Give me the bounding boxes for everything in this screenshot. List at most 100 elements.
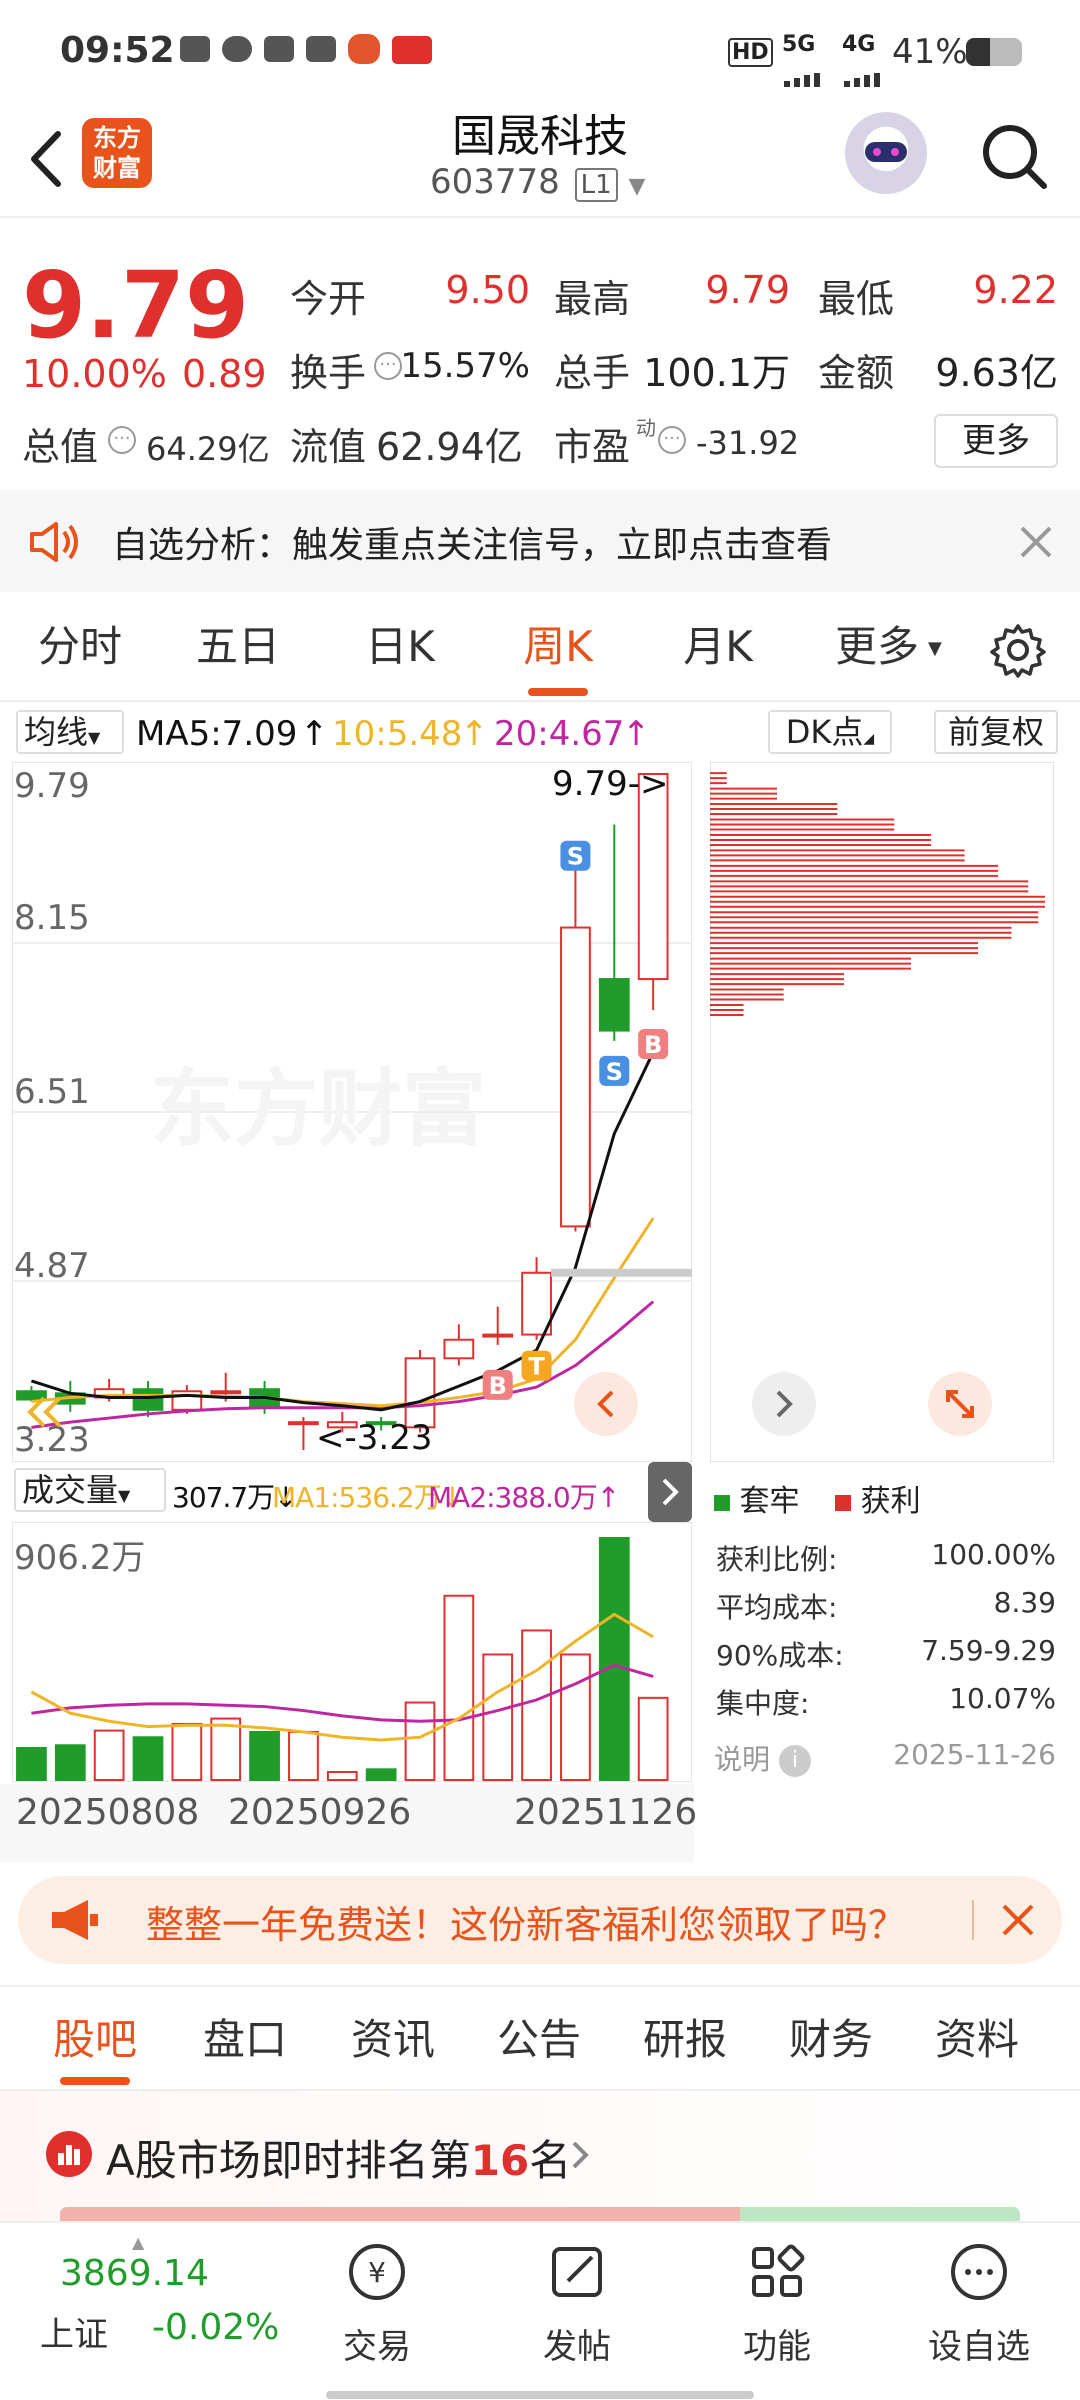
rank-progress-red <box>60 2207 740 2221</box>
tab-announcements[interactable]: 公告 <box>484 1987 594 2093</box>
info-dots-icon[interactable]: ··· <box>374 352 402 380</box>
chart-frame <box>710 762 1054 1462</box>
caret-down-icon: ▼ <box>118 1486 131 1505</box>
vol-ma1-line <box>30 1612 654 1742</box>
amount-value: 9.63亿 <box>935 351 1058 395</box>
dk-point-button[interactable]: DK点◢ <box>768 710 892 754</box>
explain-link[interactable]: 说明 i <box>714 1738 811 1778</box>
date-label: 20250926 <box>228 1792 412 1833</box>
tab-profile[interactable]: 资料 <box>922 1987 1032 2093</box>
settings-gear-icon[interactable] <box>990 622 1046 678</box>
price-axis-label: 6.51 <box>14 1072 90 1112</box>
volume-bar <box>249 1730 280 1781</box>
trade-button[interactable]: ¥ 交易 <box>302 2237 452 2368</box>
notice-bar[interactable]: 自选分析：触发重点关注信号，立即点击查看 <box>0 490 1080 592</box>
volume-bar <box>93 1729 125 1782</box>
change-amount: 0.89 <box>182 352 267 396</box>
price-axis-label: 8.15 <box>14 898 90 938</box>
index-name: 上证 <box>40 2315 108 2355</box>
arrow-up-icon: ↑ <box>622 714 651 754</box>
more-button[interactable]: 更多 <box>934 414 1058 468</box>
add-watchlist-button[interactable]: 设自选 <box>904 2237 1054 2368</box>
ai-robot-avatar-icon[interactable] <box>845 112 927 194</box>
ma20-line <box>31 1300 655 1429</box>
tab-daily-k[interactable]: 日K <box>340 592 460 702</box>
promo-banner[interactable]: 整整一年免费送！这份新客福利您领取了吗？ <box>18 1876 1062 1964</box>
volume-bar <box>521 1629 552 1781</box>
battery-percent: 41% <box>892 32 968 72</box>
cost-info-value: 10.07% <box>949 1682 1056 1715</box>
volume-bar <box>54 1744 86 1781</box>
market-rank-banner[interactable]: A股市场即时排名第16名 <box>0 2091 1080 2221</box>
speaker-icon <box>26 518 82 566</box>
close-icon[interactable] <box>1016 522 1056 562</box>
cost-distribution-chart[interactable] <box>710 762 1054 1462</box>
pe-label: 市盈 <box>554 425 631 469</box>
volume-bar <box>16 1746 47 1782</box>
candle-body <box>288 1421 319 1426</box>
volume-bar <box>404 1701 436 1781</box>
volume-selector-label: 成交量 <box>22 1471 119 1509</box>
back-arrow-icon[interactable] <box>22 124 72 194</box>
candle-body <box>132 1388 164 1411</box>
chevron-right-icon[interactable] <box>648 1462 692 1522</box>
adjust-button[interactable]: 前复权 <box>934 710 1058 754</box>
pe-value: -31.92 <box>696 424 800 462</box>
cost-info-label: 集中度: <box>716 1687 810 1720</box>
date-label: 20250808 <box>16 1792 200 1833</box>
volume-bar <box>365 1768 397 1781</box>
index-value: 3869.14 <box>60 2253 209 2294</box>
ma5-value: MA5:7.09 <box>136 714 298 754</box>
volume-bar <box>171 1722 203 1781</box>
candle-body <box>443 1338 475 1360</box>
info-dots-icon[interactable]: ··· <box>658 426 686 454</box>
profit-label: 获利 <box>860 1484 921 1519</box>
tab-order-book[interactable]: 盘口 <box>190 1987 300 2093</box>
volume-bar <box>598 1537 630 1781</box>
rank-text: A股市场即时排名第16名 <box>106 2136 572 2185</box>
tab-research[interactable]: 研报 <box>630 1987 740 2093</box>
stock-code-row[interactable]: 603778 L1 ▼ <box>430 162 645 202</box>
active-tab-indicator <box>60 2077 130 2085</box>
double-chevron-left-icon[interactable] <box>20 1392 70 1432</box>
tab-weekly-k[interactable]: 周K <box>498 592 618 702</box>
volume-bar <box>482 1653 514 1781</box>
tab-five-day[interactable]: 五日 <box>178 592 298 702</box>
function-button[interactable]: 功能 <box>702 2237 852 2368</box>
turnover-value: 15.57% <box>400 346 530 386</box>
info-dots-icon[interactable]: ··· <box>108 426 136 454</box>
cost-date: 2025-11-26 <box>893 1738 1056 1771</box>
amount-label: 金额 <box>818 351 895 395</box>
tab-financials[interactable]: 财务 <box>776 1987 886 2093</box>
search-icon[interactable] <box>978 120 1050 192</box>
signal-label: S <box>567 843 584 871</box>
hd-icon: HD <box>728 38 773 67</box>
close-icon[interactable] <box>998 1900 1038 1940</box>
open-value: 9.50 <box>445 268 530 312</box>
post-button[interactable]: 发帖 <box>502 2237 652 2368</box>
cost-legend: 套牢 获利 <box>714 1476 921 1520</box>
dk-point-label: DK点 <box>785 713 864 751</box>
chevron-left-icon[interactable] <box>574 1372 638 1436</box>
watermark: 东方财富 <box>150 1060 487 1158</box>
ma-selector[interactable]: 均线▼ <box>16 710 124 754</box>
float-value: 62.94亿 <box>376 425 523 469</box>
chart-period-tabs: 分时 五日 日K 周K 月K 更多 ▼ <box>0 592 1080 702</box>
eastmoney-logo[interactable]: 东方 财富 <box>82 118 152 188</box>
tab-monthly-k[interactable]: 月K <box>658 592 778 702</box>
high-annotation: 9.79-> <box>552 764 669 804</box>
signal-label: S <box>606 1058 623 1086</box>
candle-body <box>482 1333 514 1338</box>
tab-news[interactable]: 资讯 <box>338 1987 448 2093</box>
change-percent: 10.00% <box>22 352 167 396</box>
mktcap-value: 64.29亿 <box>146 430 270 468</box>
volume-bar <box>132 1736 164 1781</box>
cost-info-value: 100.00% <box>931 1538 1056 1571</box>
promo-text: 整整一年免费送！这份新客福利您领取了吗？ <box>146 1903 907 1947</box>
volume-selector[interactable]: 成交量▼ <box>14 1468 166 1512</box>
tab-more[interactable]: 更多 <box>822 592 932 702</box>
top-navbar: 东方 财富 国晟科技 603778 L1 ▼ <box>0 100 1080 218</box>
low-annotation: <-3.23 <box>316 1418 433 1458</box>
tab-timeshare[interactable]: 分时 <box>20 592 140 702</box>
candle-body <box>560 926 591 1228</box>
